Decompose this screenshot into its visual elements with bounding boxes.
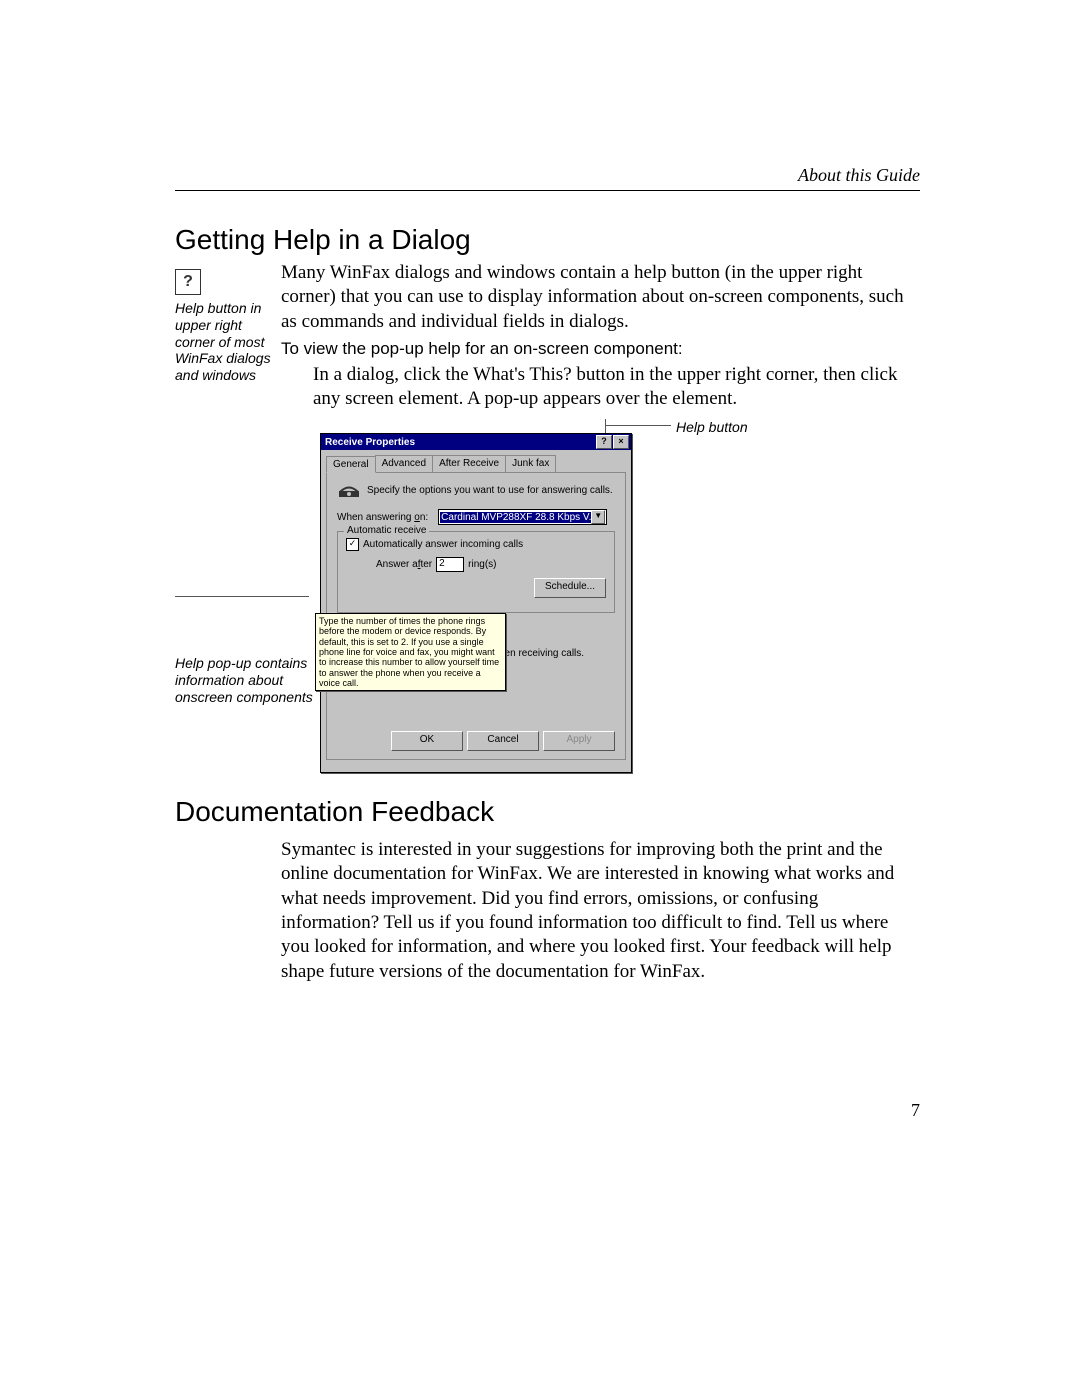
tab-advanced[interactable]: Advanced <box>375 455 433 472</box>
document-page: About this Guide Getting Help in a Dialo… <box>0 0 1080 1397</box>
rings-label: ring(s) <box>468 559 496 570</box>
ok-button[interactable]: OK <box>391 731 463 751</box>
paragraph-feedback: Symantec is interested in your suggestio… <box>281 838 921 984</box>
dialog-title: Receive Properties <box>325 437 415 448</box>
titlebar-help-button[interactable]: ? <box>596 435 612 449</box>
callout-label-help-button: Help button <box>676 419 748 435</box>
answer-after-label: Answer after <box>376 559 432 570</box>
dialog-instruction: Specify the options you want to use for … <box>367 485 613 496</box>
callout-line <box>605 419 606 433</box>
callout-label-popup: Help pop-up contains information about o… <box>175 655 330 705</box>
running-header: About this Guide <box>798 165 920 186</box>
receive-properties-dialog: Receive Properties ? × General Advanced … <box>320 433 632 773</box>
apply-button[interactable]: Apply <box>543 731 615 751</box>
auto-answer-label: Automatically answer incoming calls <box>363 539 523 550</box>
tab-junk-fax[interactable]: Junk fax <box>505 455 556 472</box>
cancel-button[interactable]: Cancel <box>467 731 539 751</box>
auto-answer-checkbox[interactable]: ✓ <box>346 538 359 551</box>
when-answering-label: When answering on: <box>337 512 428 523</box>
tab-general[interactable]: General <box>326 456 376 473</box>
section-heading-feedback: Documentation Feedback <box>175 796 494 828</box>
chevron-down-icon[interactable]: ▼ <box>591 510 605 524</box>
header-rule <box>175 190 920 191</box>
section-heading-getting-help: Getting Help in a Dialog <box>175 224 471 256</box>
tab-panel-general: Specify the options you want to use for … <box>326 473 626 760</box>
page-number: 7 <box>911 1100 920 1121</box>
procedure-heading: To view the pop-up help for an on-screen… <box>281 338 921 360</box>
whats-this-tooltip: Type the number of times the phone rings… <box>315 613 506 691</box>
group-legend: Automatic receive <box>344 525 429 536</box>
margin-note-help-button: Help button in upper right corner of mos… <box>175 300 275 384</box>
phone-icon <box>337 481 361 499</box>
callout-line <box>175 596 309 597</box>
schedule-button[interactable]: Schedule... <box>534 578 606 598</box>
modem-selected-value: Cardinal MVP288XF 28.8 Kbps V.34 Fax M <box>440 512 591 523</box>
callout-line <box>605 425 671 426</box>
partially-hidden-text: hen receiving calls. <box>499 648 584 659</box>
titlebar-close-button[interactable]: × <box>613 435 629 449</box>
tab-after-receive[interactable]: After Receive <box>432 455 506 472</box>
dialog-titlebar[interactable]: Receive Properties ? × <box>321 434 631 450</box>
modem-combobox[interactable]: Cardinal MVP288XF 28.8 Kbps V.34 Fax M ▼ <box>438 509 607 525</box>
procedure-step: In a dialog, click the What's This? butt… <box>313 363 921 412</box>
rings-count-field[interactable]: 2 <box>436 557 464 572</box>
tab-strip: General Advanced After Receive Junk fax <box>326 455 626 473</box>
paragraph-intro: Many WinFax dialogs and windows contain … <box>281 261 921 334</box>
help-question-icon: ? <box>175 269 201 295</box>
automatic-receive-group: Automatic receive ✓ Automatically answer… <box>337 531 615 613</box>
